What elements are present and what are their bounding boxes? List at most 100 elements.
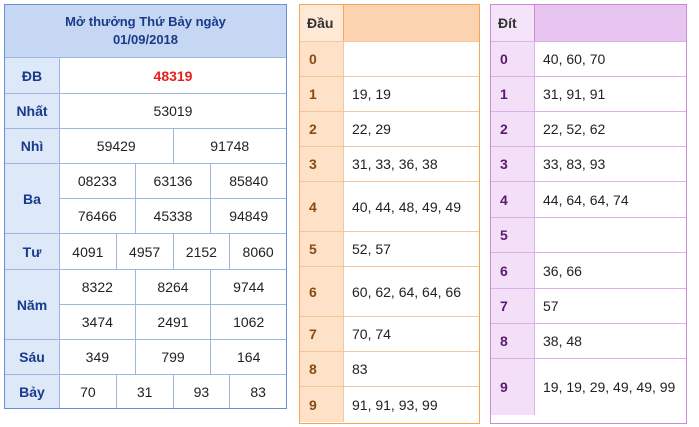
dau-row: 5 52, 57 [300,231,479,266]
dit-key: 6 [491,253,535,288]
dit-key: 5 [491,218,535,252]
dit-row: 4 44, 64, 64, 74 [491,181,686,217]
prize-value: 2152 [172,234,230,269]
prize-value: 08233 [77,173,117,189]
dit-row: 9 19, 19, 29, 49, 49, 99 [491,358,686,415]
dau-key: 8 [300,352,344,386]
prize-value: 3474 [81,314,113,330]
prize-row-ba: Ba 08233 63136 85840 76466 45338 94849 [5,163,286,233]
prize-row-bay: Bảy 70 31 93 83 [5,374,286,408]
dit-key: 3 [491,147,535,181]
dau-value: 52, 57 [352,241,391,257]
dau-key: 7 [300,317,344,351]
dau-row: 3 31, 33, 36, 38 [300,146,479,181]
prize-value: 799 [134,340,211,374]
prize-label-nhat: Nhất [5,94,60,128]
prize-row-db: ĐB 48319 [5,57,286,93]
dau-row: 7 70, 74 [300,316,479,351]
prize-value: 31 [115,375,173,408]
dit-row: 3 33, 83, 93 [491,146,686,181]
dau-value: 31, 33, 36, 38 [352,156,438,172]
prize-row-nhi: Nhì 59429 91748 [5,128,286,163]
prize-value: 76466 [77,208,117,224]
prize-value: 4957 [115,234,173,269]
dit-row: 2 22, 52, 62 [491,111,686,146]
dit-row: 8 38, 48 [491,323,686,358]
prize-value: 91748 [172,129,287,163]
dit-header-label: Đít [491,5,535,41]
prize-row-nam: Năm 8322 8264 9744 3474 2491 1062 [5,269,286,339]
dau-value: 19, 19 [352,86,391,102]
results-table: Mở thưởng Thứ Bảy ngày 01/09/2018 ĐB 483… [4,4,287,409]
prize-value: 83 [229,375,286,408]
prize-value: 45338 [134,199,211,233]
dau-table: Đầu 0 1 19, 19 2 22, 29 3 31, 33, 36, 38… [299,4,480,424]
prize-label-nam: Năm [5,270,60,339]
prize-value: 8060 [229,234,286,269]
dit-value [535,218,686,252]
results-title-line1: Mở thưởng Thứ Bảy ngày [65,14,226,29]
prize-label-sau: Sáu [5,340,60,374]
dit-value: 19, 19, 29, 49, 49, 99 [543,379,676,395]
prize-value: 1062 [210,305,286,339]
dau-value: 70, 74 [352,326,391,342]
dau-row: 1 19, 19 [300,76,479,111]
dau-value: 91, 91, 93, 99 [352,396,438,413]
dit-key: 9 [491,359,535,415]
prize-value: 48319 [153,67,193,84]
dau-key: 5 [300,232,344,266]
dit-value: 36, 66 [543,262,582,279]
prize-row-sau: Sáu 349 799 164 [5,339,286,374]
dit-row: 6 36, 66 [491,252,686,288]
dau-row: 8 83 [300,351,479,386]
prize-value: 4091 [72,243,104,260]
results-date: 01/09/2018 [112,32,179,47]
dit-value: 38, 48 [543,333,582,349]
dit-value: 31, 91, 91 [543,86,606,102]
dau-row: 4 40, 44, 48, 49, 49 [300,181,479,231]
prize-label-nhi: Nhì [5,129,60,163]
dit-value: 40, 60, 70 [543,51,606,67]
dit-table: Đít 0 40, 60, 70 1 31, 91, 91 2 22, 52, … [490,4,687,424]
dit-row: 7 57 [491,288,686,323]
dit-row: 1 31, 91, 91 [491,76,686,111]
dau-key: 3 [300,147,344,181]
prize-value: 2491 [134,305,211,339]
prize-value: 93 [172,375,230,408]
dit-header: Đít [491,5,686,41]
dit-row: 0 40, 60, 70 [491,41,686,76]
dau-row: 0 [300,41,479,76]
dau-key: 0 [300,42,344,76]
prize-value: 70 [80,383,96,400]
dau-key: 4 [300,182,344,231]
dit-key: 2 [491,112,535,146]
dau-key: 6 [300,267,344,316]
prize-value: 94849 [210,199,286,233]
results-title: Mở thưởng Thứ Bảy ngày 01/09/2018 [5,5,286,57]
prize-value: 8322 [81,279,113,295]
dau-row: 9 91, 91, 93, 99 [300,386,479,422]
dit-key: 0 [491,42,535,76]
dau-row: 2 22, 29 [300,111,479,146]
dau-row: 6 60, 62, 64, 64, 66 [300,266,479,316]
prize-label-tu: Tư [5,234,60,269]
dau-header: Đầu [300,5,479,41]
dau-key: 1 [300,77,344,111]
dau-value [344,42,479,76]
dau-key: 9 [300,387,344,422]
dit-key: 1 [491,77,535,111]
prize-value: 349 [85,349,110,365]
dit-value: 22, 52, 62 [543,121,606,137]
dit-value: 33, 83, 93 [543,156,606,172]
dau-header-label: Đầu [300,5,344,41]
dit-key: 7 [491,289,535,323]
dit-key: 8 [491,324,535,358]
dit-row: 5 [491,217,686,252]
dau-value: 83 [352,361,368,377]
prize-row-tu: Tư 4091 4957 2152 8060 [5,233,286,269]
dau-value: 60, 62, 64, 64, 66 [352,283,461,300]
dau-value: 40, 44, 48, 49, 49 [352,198,461,215]
prize-value: 8264 [134,270,211,304]
dit-value: 44, 64, 64, 74 [543,191,629,208]
prize-value: 164 [210,340,286,374]
